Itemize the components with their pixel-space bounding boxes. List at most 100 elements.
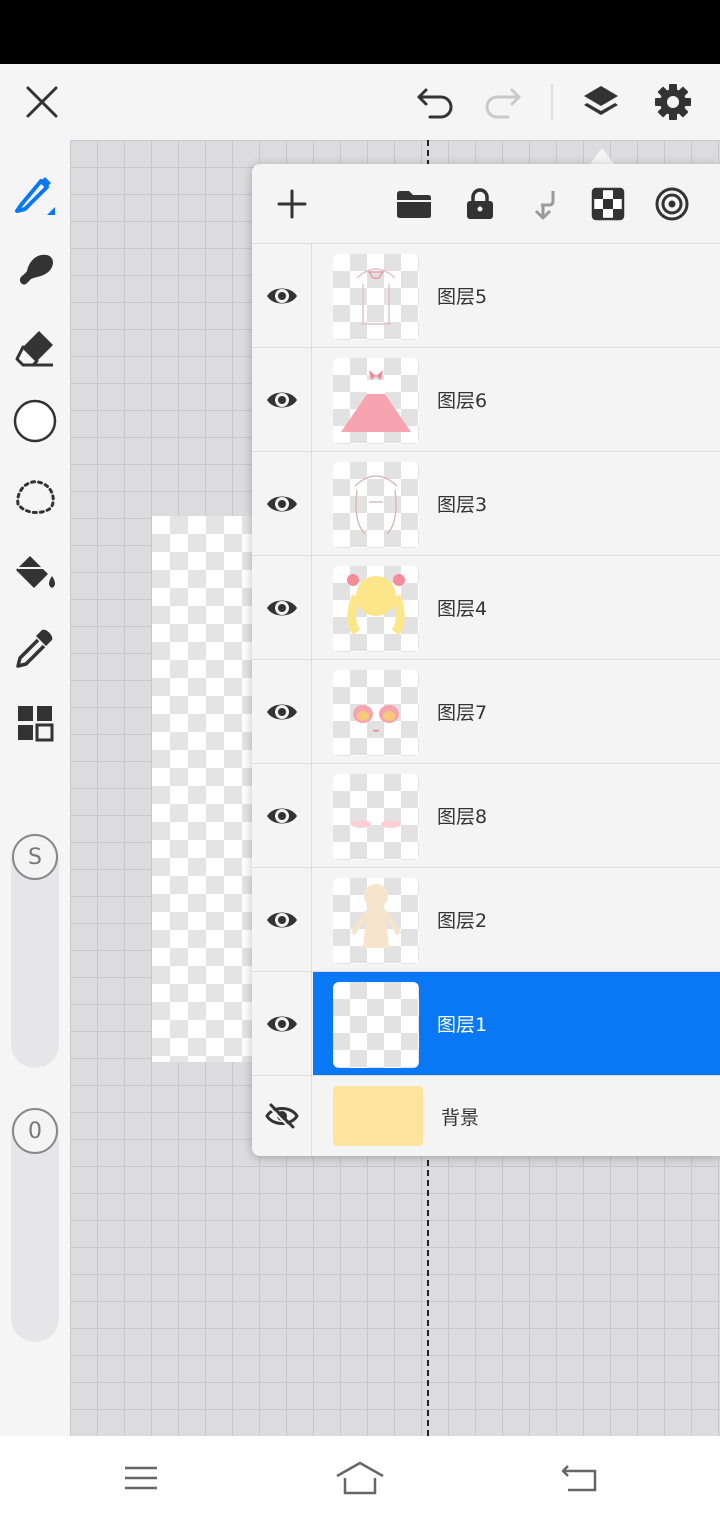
lock-icon	[467, 188, 493, 219]
fill-bucket-icon	[16, 556, 55, 588]
brush-size-knob[interactable]: S	[12, 834, 58, 880]
layers-icon	[584, 86, 618, 115]
layer-main[interactable]: 图层3	[313, 452, 720, 555]
layer-thumbnail[interactable]	[333, 878, 419, 964]
layer-row[interactable]: 图层4	[252, 556, 720, 660]
eyedropper-tool[interactable]	[10, 624, 60, 674]
eye-icon	[266, 392, 297, 407]
redo-icon	[485, 88, 521, 119]
layer-visibility-toggle[interactable]	[252, 244, 312, 347]
layer-name: 图层7	[437, 702, 488, 724]
tool-sidebar: S 0	[0, 140, 70, 1436]
opacity-slider[interactable]: 0	[11, 1108, 59, 1342]
layer-main[interactable]: 图层1	[313, 972, 720, 1075]
pen-tool[interactable]	[10, 168, 60, 218]
eye-icon	[266, 808, 297, 823]
layer-main[interactable]: 图层8	[313, 764, 720, 867]
redo-button[interactable]	[478, 78, 526, 126]
layer-row[interactable]: 图层2	[252, 868, 720, 972]
layers-panel-pointer	[590, 148, 614, 164]
home-nav-button[interactable]	[334, 1456, 386, 1500]
grid-icon	[18, 706, 54, 742]
target-icon	[655, 187, 689, 221]
close-button[interactable]	[18, 78, 66, 126]
brush-size-slider[interactable]: S	[11, 834, 59, 1068]
layer-row[interactable]: 图层7	[252, 660, 720, 764]
drawing-app: S 0 图层5 图层6 图层3 图层4 图层7 图层8 图层2 图层1 背景	[0, 0, 720, 1520]
layer-name: 图层5	[437, 286, 488, 308]
undo-button[interactable]	[412, 78, 460, 126]
smudge-tool[interactable]	[10, 244, 60, 294]
layer-row[interactable]: 图层8	[252, 764, 720, 868]
add-icon	[277, 189, 307, 219]
add-layer-button[interactable]	[272, 184, 312, 224]
layers-panel: 图层5 图层6 图层3 图层4 图层7 图层8 图层2 图层1 背景	[252, 164, 720, 1156]
menu-icon	[125, 1466, 157, 1490]
layer-main[interactable]: 图层2	[313, 868, 720, 971]
eye-icon	[266, 704, 297, 719]
layer-visibility-toggle[interactable]	[252, 764, 312, 867]
layer-name: 图层1	[437, 1014, 488, 1036]
layer-thumbnail[interactable]	[333, 254, 419, 340]
layer-row[interactable]: 图层1	[252, 972, 720, 1076]
eraser-icon	[15, 331, 53, 367]
brush-size-label: S	[28, 844, 42, 870]
layer-visibility-toggle[interactable]	[252, 348, 312, 451]
layer-main[interactable]: 图层4	[313, 556, 720, 659]
background-layer-row[interactable]: 背景	[252, 1076, 720, 1156]
opacity-knob[interactable]: 0	[12, 1108, 58, 1154]
background-layer-main[interactable]: 背景	[313, 1076, 720, 1156]
menu-nav-button[interactable]	[116, 1458, 166, 1498]
top-toolbar	[0, 64, 720, 140]
background-visibility-toggle[interactable]	[252, 1076, 312, 1156]
layer-thumbnail[interactable]	[333, 670, 419, 756]
color-picker-button[interactable]	[10, 396, 60, 446]
add-folder-button[interactable]	[394, 184, 434, 224]
layer-main[interactable]: 图层6	[313, 348, 720, 451]
merge-down-icon	[534, 191, 555, 220]
layer-thumbnail[interactable]	[333, 358, 419, 444]
layer-main[interactable]: 图层7	[313, 660, 720, 763]
layer-thumbnail[interactable]	[333, 774, 419, 860]
lasso-icon	[16, 480, 55, 514]
layer-visibility-toggle[interactable]	[252, 660, 312, 763]
settings-button[interactable]	[648, 78, 698, 126]
opacity-label: 0	[28, 1118, 42, 1144]
layer-name: 图层4	[437, 598, 488, 620]
eye-off-icon	[264, 1103, 299, 1129]
close-icon	[26, 86, 58, 118]
lock-layer-button[interactable]	[460, 184, 500, 224]
layer-thumbnail[interactable]	[333, 462, 419, 548]
back-nav-button[interactable]	[554, 1458, 604, 1498]
eraser-tool[interactable]	[10, 322, 60, 372]
home-icon	[336, 1461, 384, 1495]
layers-panel-toolbar	[252, 164, 720, 244]
eyedropper-icon	[16, 629, 53, 668]
status-bar	[0, 0, 720, 64]
transparency-lock-button[interactable]	[588, 184, 628, 224]
layer-row[interactable]: 图层3	[252, 452, 720, 556]
folder-icon	[397, 191, 431, 218]
transparency-icon	[591, 187, 625, 221]
merge-down-button[interactable]	[524, 184, 564, 224]
layers-button[interactable]	[576, 78, 626, 126]
reference-layer-button[interactable]	[652, 184, 692, 224]
background-color-swatch[interactable]	[333, 1086, 423, 1146]
layer-row[interactable]: 图层6	[252, 348, 720, 452]
fill-tool[interactable]	[10, 548, 60, 598]
layer-visibility-toggle[interactable]	[252, 452, 312, 555]
settings-icon	[655, 84, 691, 120]
layer-row[interactable]: 图层5	[252, 244, 720, 348]
grid-tool[interactable]	[10, 698, 60, 748]
layer-thumbnail[interactable]	[333, 982, 419, 1068]
layer-name: 图层6	[437, 390, 488, 412]
eye-icon	[266, 1016, 297, 1031]
layer-visibility-toggle[interactable]	[252, 868, 312, 971]
layer-visibility-toggle[interactable]	[252, 972, 312, 1075]
lasso-tool[interactable]	[10, 472, 60, 522]
system-nav-bar	[0, 1436, 720, 1520]
layer-main[interactable]: 图层5	[313, 244, 720, 347]
layer-thumbnail[interactable]	[333, 566, 419, 652]
layer-visibility-toggle[interactable]	[252, 556, 312, 659]
eye-icon	[266, 600, 297, 615]
